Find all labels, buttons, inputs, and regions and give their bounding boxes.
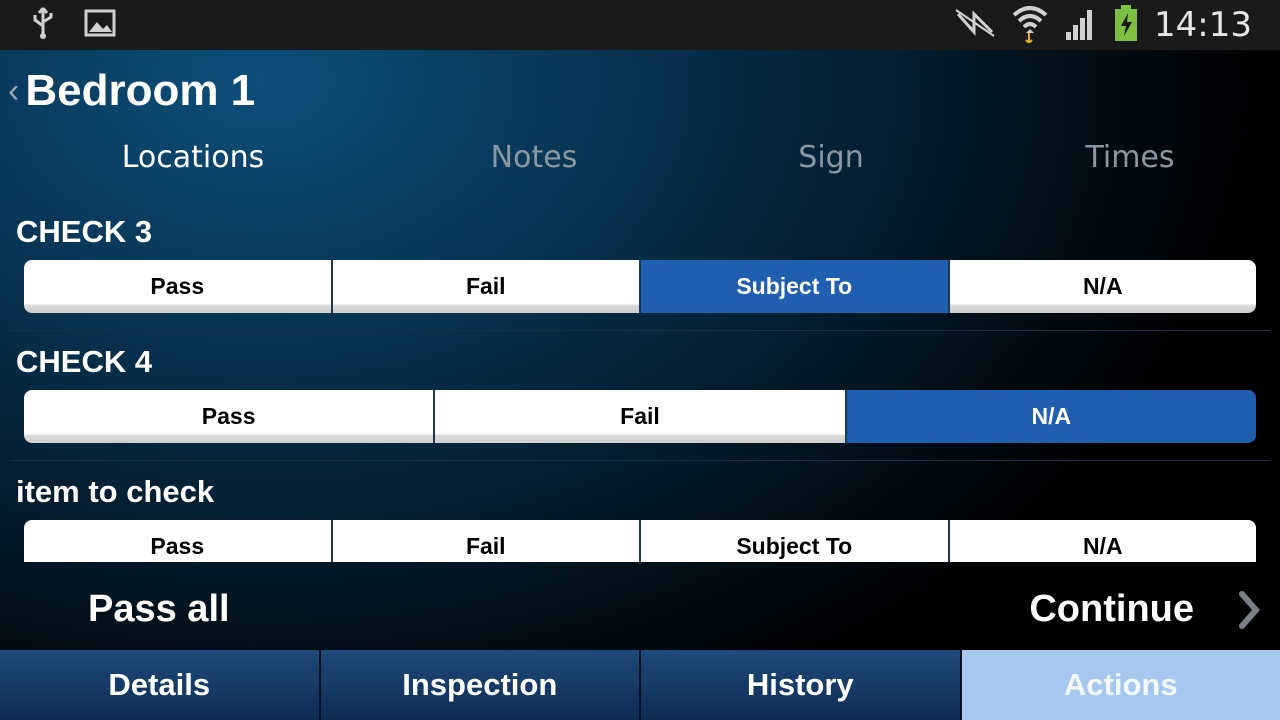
check-options: Pass Fail Subject To N/A [24,260,1256,313]
back-chevron-icon[interactable]: ‹ [8,74,19,108]
option-pass[interactable]: Pass [24,390,434,443]
nav-history[interactable]: History [641,650,962,720]
check-label: CHECK 4 [16,344,153,379]
option-pass[interactable]: Pass [24,260,331,313]
option-fail[interactable]: Fail [330,520,639,562]
title-bar[interactable]: ‹ Bedroom 1 [8,66,255,116]
check-options: Pass Fail N/A [24,390,1256,443]
bottom-nav: Details Inspection History Actions [0,650,1280,720]
main-content: ‹ Bedroom 1 Locations Notes Sign Times C… [0,50,1280,650]
option-na[interactable]: N/A [844,390,1256,443]
option-fail[interactable]: Fail [433,390,845,443]
option-na[interactable]: N/A [947,260,1256,313]
pass-all-button[interactable]: Pass all [88,588,230,631]
nav-details[interactable]: Details [0,650,321,720]
nav-actions[interactable]: Actions [961,650,1280,720]
status-bar: 14:13 [0,0,1280,50]
check-label: item to check [16,474,215,509]
nav-inspection[interactable]: Inspection [320,650,641,720]
clock: 14:13 [1154,5,1252,45]
gallery-icon [84,9,116,42]
wifi-icon [1012,3,1048,48]
continue-button[interactable]: Continue [1029,588,1194,631]
check-options: Pass Fail Subject To N/A [24,520,1256,562]
option-subject-to[interactable]: Subject To [639,260,948,313]
chevron-right-icon[interactable] [1236,590,1262,635]
tab-locations[interactable]: Locations [43,140,343,175]
page-title: Bedroom 1 [25,66,256,115]
signal-icon [1064,6,1098,45]
divider [10,460,1270,461]
tab-notes[interactable]: Notes [384,140,684,175]
option-pass[interactable]: Pass [24,520,331,562]
tab-times[interactable]: Times [980,140,1280,175]
tab-bar: Locations Notes Sign Times [0,140,1280,184]
tab-sign[interactable]: Sign [681,140,981,175]
checks-list[interactable]: CHECK 3 Pass Fail Subject To N/A CHECK 4… [0,200,1280,562]
option-fail[interactable]: Fail [330,260,639,313]
nfc-icon [954,8,996,43]
usb-icon [30,6,56,45]
option-na[interactable]: N/A [947,520,1256,562]
divider [10,330,1270,331]
battery-charging-icon [1114,4,1138,46]
check-label: CHECK 3 [16,214,153,249]
option-subject-to[interactable]: Subject To [639,520,948,562]
